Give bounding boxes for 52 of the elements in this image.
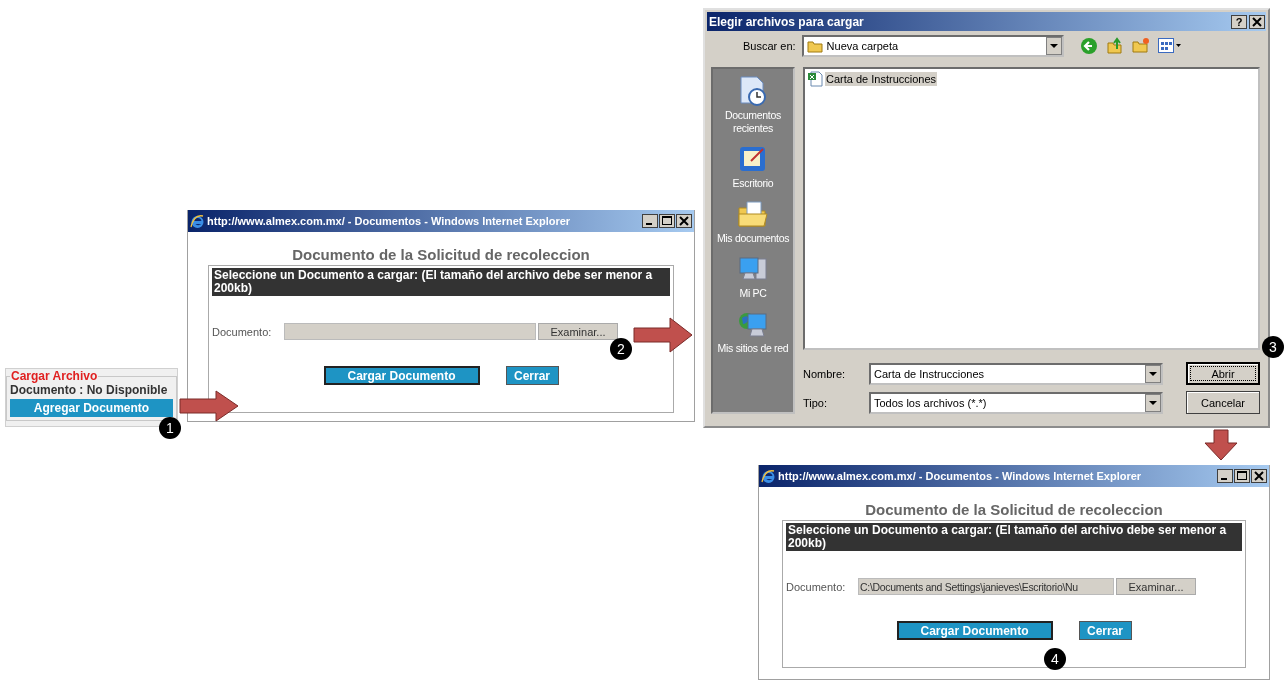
file-path-field[interactable]: C:\Documents and Settings\janieves\Escritorio\Nu bbox=[858, 578, 1114, 595]
file-name-field[interactable]: Carta de Instrucciones bbox=[869, 362, 1163, 385]
file-type-dropdown[interactable]: Todos los archivos (*.*) bbox=[869, 391, 1163, 414]
browse-button[interactable]: Examinar... bbox=[1116, 578, 1196, 595]
place-shortcut[interactable]: Mis documentos bbox=[713, 198, 793, 245]
browse-button[interactable]: Examinar... bbox=[538, 323, 618, 340]
maximize-button[interactable] bbox=[659, 214, 675, 228]
instruction-text: Seleccione un Documento a cargar: (El tamaño del archivo debe ser menor a 200kb) bbox=[212, 268, 670, 296]
section-legend: Cargar Archivo bbox=[10, 369, 99, 383]
view-menu-icon[interactable] bbox=[1157, 38, 1182, 54]
help-button[interactable]: ? bbox=[1231, 14, 1247, 29]
dropdown-button[interactable] bbox=[1145, 393, 1161, 412]
file-type-label: Tipo: bbox=[803, 396, 829, 409]
right-arrow-icon bbox=[632, 316, 694, 354]
place-shortcut[interactable]: Mi PC bbox=[713, 253, 793, 300]
right-arrow-icon bbox=[178, 389, 240, 423]
cancel-button[interactable]: Cancelar bbox=[1186, 391, 1260, 414]
browser-logo-icon bbox=[761, 468, 775, 484]
minimize-button[interactable] bbox=[642, 214, 658, 228]
browser-logo-icon bbox=[190, 213, 204, 229]
open-button[interactable]: Abrir bbox=[1186, 362, 1260, 385]
dialog-title: Elegir archivos para cargar bbox=[709, 14, 865, 29]
spreadsheet-file-icon bbox=[807, 71, 823, 87]
field-label: Documento: bbox=[786, 580, 847, 593]
look-in-label: Buscar en: bbox=[743, 40, 796, 52]
minimize-button[interactable] bbox=[1217, 469, 1233, 483]
dropdown-button[interactable] bbox=[1045, 37, 1062, 55]
file-path-field[interactable] bbox=[284, 323, 536, 340]
maximize-button[interactable] bbox=[1234, 469, 1250, 483]
step-number: 1 bbox=[159, 417, 181, 439]
document-status: Documento : No Disponible bbox=[10, 383, 169, 397]
folder-document-icon bbox=[737, 198, 769, 230]
window-title: http://www.almex.com.mx/ - Documentos - Windows Internet Explorer bbox=[207, 215, 572, 227]
clock-document-icon bbox=[737, 75, 769, 107]
field-label: Documento: bbox=[212, 325, 273, 338]
place-shortcut[interactable]: Documentos recientes bbox=[713, 75, 793, 135]
close-button[interactable] bbox=[1249, 14, 1265, 29]
folder-icon bbox=[806, 39, 823, 53]
place-shortcut[interactable]: Mis sitios de red bbox=[713, 308, 793, 355]
instruction-text: Seleccione un Documento a cargar: (El tamaño del archivo debe ser menor a 200kb) bbox=[786, 523, 1242, 551]
place-shortcut[interactable]: Escritorio bbox=[713, 143, 793, 190]
close-button[interactable] bbox=[676, 214, 692, 228]
close-button[interactable] bbox=[1251, 469, 1267, 483]
dropdown-button[interactable] bbox=[1145, 364, 1161, 383]
file-name-label: Nombre: bbox=[803, 367, 847, 380]
window-title: http://www.almex.com.mx/ - Documentos - Windows Internet Explorer bbox=[778, 470, 1143, 482]
step-number: 3 bbox=[1262, 336, 1284, 358]
look-in-dropdown[interactable]: Nueva carpeta bbox=[801, 35, 1064, 57]
page-heading: Documento de la Solicitud de recoleccion bbox=[291, 246, 591, 263]
back-icon[interactable] bbox=[1079, 37, 1098, 55]
down-arrow-icon bbox=[1203, 429, 1239, 461]
page-heading: Documento de la Solicitud de recoleccion bbox=[864, 501, 1164, 518]
